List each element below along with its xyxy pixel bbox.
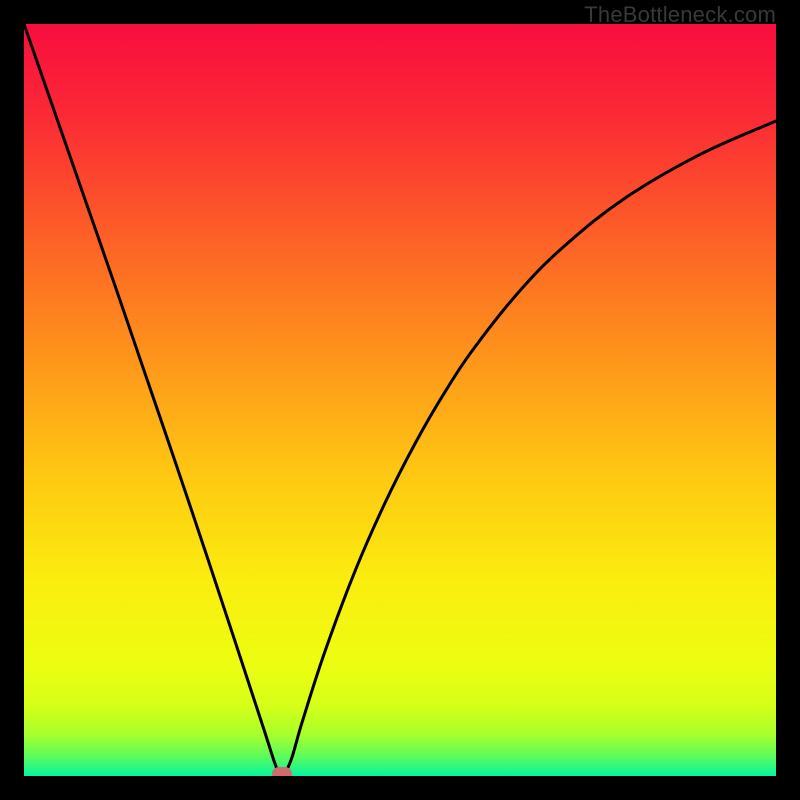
plot-area	[24, 24, 776, 776]
chart-frame: TheBottleneck.com	[0, 0, 800, 800]
bottleneck-curve	[24, 24, 776, 776]
minimum-marker	[272, 767, 292, 776]
